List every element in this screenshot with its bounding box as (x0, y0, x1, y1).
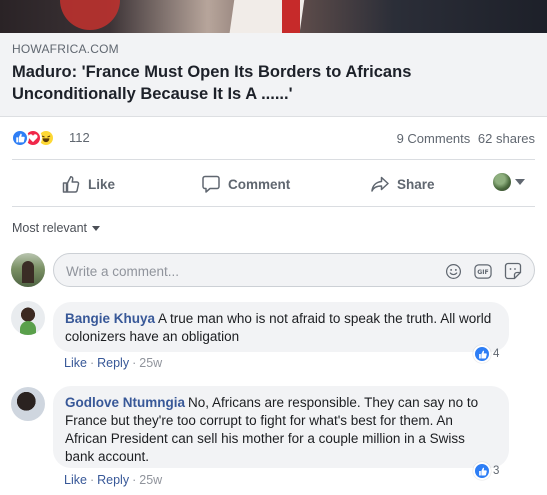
comment-button-label: Comment (228, 176, 291, 192)
link-title[interactable]: Maduro: 'France Must Open Its Borders to… (12, 61, 532, 105)
shares-count-link[interactable]: 62 shares (478, 131, 535, 146)
link-preview-card[interactable]: HOWAFRICA.COM Maduro: 'France Must Open … (0, 33, 547, 117)
comment-reaction-badge[interactable]: 3 (473, 461, 499, 481)
like-reaction-icon (473, 345, 491, 363)
like-button-label: Like (88, 176, 116, 192)
thumbs-up-icon (62, 176, 80, 193)
comment-input[interactable] (66, 261, 436, 281)
separator: · (132, 473, 137, 487)
divider (12, 159, 535, 160)
reaction-count[interactable]: 112 (69, 130, 90, 145)
commenter-avatar[interactable] (11, 387, 45, 421)
comment-reaction-count: 3 (493, 465, 500, 477)
comment-sort-dropdown[interactable]: Most relevant (12, 221, 101, 235)
post-stats: 112 9 Comments 62 shares (0, 126, 547, 152)
comment-bubble: Bangie Khuya A true man who is not afraid… (53, 302, 509, 352)
comment-reply-link[interactable]: Reply (97, 473, 129, 487)
comment-bubble: Godlove Ntumngia No, Africans are respons… (53, 386, 509, 468)
comment-author-link[interactable]: Bangie Khuya (65, 311, 155, 326)
comment-reaction-badge[interactable]: 4 (473, 344, 499, 364)
separator: · (89, 473, 95, 487)
current-user-avatar[interactable] (11, 253, 45, 287)
share-button[interactable]: Share (370, 172, 435, 196)
comment-reaction-count: 4 (493, 348, 500, 360)
separator: · (132, 356, 137, 370)
comments-count-link[interactable]: 9 Comments (397, 131, 471, 146)
divider (12, 206, 535, 207)
commenter-avatar[interactable] (11, 301, 45, 335)
comment-sort-label: Most relevant (12, 221, 88, 235)
like-reaction-icon (473, 462, 491, 480)
share-button-label: Share (397, 176, 435, 192)
comment-reply-link[interactable]: Reply (97, 356, 129, 370)
comment-meta: Like · Reply · 25w (64, 356, 162, 370)
speech-bubble-icon (202, 175, 220, 193)
chevron-down-icon (92, 225, 101, 231)
separator: · (89, 356, 95, 370)
share-arrow-icon (371, 176, 389, 192)
comment-author-link[interactable]: Godlove Ntumngia (65, 395, 185, 410)
emoji-icon[interactable] (444, 262, 462, 280)
comment-timestamp[interactable]: 25w (139, 356, 162, 370)
chevron-down-icon (515, 179, 525, 185)
link-domain: HOWAFRICA.COM (12, 42, 119, 56)
preview-image-detail (60, 0, 120, 30)
link-preview-image[interactable] (0, 0, 547, 33)
audience-selector[interactable] (493, 173, 525, 191)
comment-meta: Like · Reply · 25w (64, 473, 162, 487)
page-avatar (493, 173, 511, 191)
post-action-bar: Like Comment Share (0, 164, 547, 202)
comment-button[interactable]: Comment (201, 172, 290, 196)
preview-image-detail (282, 0, 300, 33)
like-button[interactable]: Like (61, 172, 115, 196)
like-reaction-icon (11, 129, 29, 147)
sticker-icon[interactable] (504, 262, 522, 280)
comment-share-counts: 9 Comments 62 shares (393, 131, 535, 146)
comment-composer: GIF (53, 253, 535, 287)
comment-like-link[interactable]: Like (64, 356, 87, 370)
svg-text:GIF: GIF (477, 269, 489, 276)
comment-timestamp[interactable]: 25w (139, 473, 162, 487)
gif-icon[interactable]: GIF (474, 262, 492, 280)
comment-like-link[interactable]: Like (64, 473, 87, 487)
